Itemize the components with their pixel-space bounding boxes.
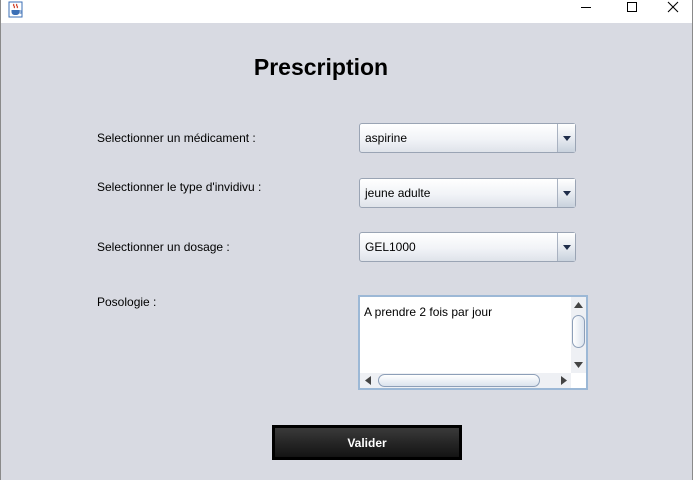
chevron-down-icon[interactable] (557, 124, 575, 152)
posologie-label: Posologie : (97, 295, 157, 309)
maximize-icon (626, 0, 638, 18)
posologie-textarea[interactable]: A prendre 2 fois par jour (358, 295, 588, 390)
scroll-corner (571, 373, 586, 388)
minimize-button[interactable] (563, 0, 609, 18)
horizontal-scroll-thumb[interactable] (378, 374, 540, 387)
dosage-label: Selectionner un dosage : (97, 240, 230, 254)
scroll-right-icon[interactable] (556, 373, 571, 388)
individu-type-label: Selectionner le type d'invidivu : (97, 180, 262, 194)
vertical-scrollbar[interactable] (571, 297, 586, 373)
prescription-window: Prescription Selectionner un médicament … (0, 0, 693, 480)
minimize-icon (580, 0, 592, 18)
scroll-down-icon[interactable] (571, 357, 586, 372)
medicament-select[interactable]: aspirine (359, 123, 576, 153)
medicament-selected-value: aspirine (365, 131, 408, 145)
java-cup-icon (8, 1, 24, 18)
dosage-select[interactable]: GEL1000 (359, 232, 576, 262)
chevron-down-icon[interactable] (557, 233, 575, 261)
posologie-text[interactable]: A prendre 2 fois par jour (364, 305, 492, 319)
medicament-label: Selectionner un médicament : (97, 131, 256, 145)
horizontal-scrollbar[interactable] (360, 373, 571, 388)
chevron-down-icon[interactable] (557, 179, 575, 207)
scroll-up-icon[interactable] (571, 297, 586, 312)
individu-type-select[interactable]: jeune adulte (359, 178, 576, 208)
individu-type-selected-value: jeune adulte (365, 186, 431, 200)
page-title: Prescription (253, 54, 389, 80)
scroll-left-icon[interactable] (360, 373, 375, 388)
close-icon (667, 0, 679, 18)
dosage-selected-value: GEL1000 (365, 240, 416, 254)
validate-button[interactable]: Valider (272, 425, 462, 460)
close-button[interactable] (654, 0, 692, 18)
vertical-scroll-thumb[interactable] (572, 315, 585, 348)
maximize-button[interactable] (609, 0, 655, 18)
title-bar[interactable] (1, 0, 692, 23)
validate-button-label: Valider (275, 428, 459, 457)
